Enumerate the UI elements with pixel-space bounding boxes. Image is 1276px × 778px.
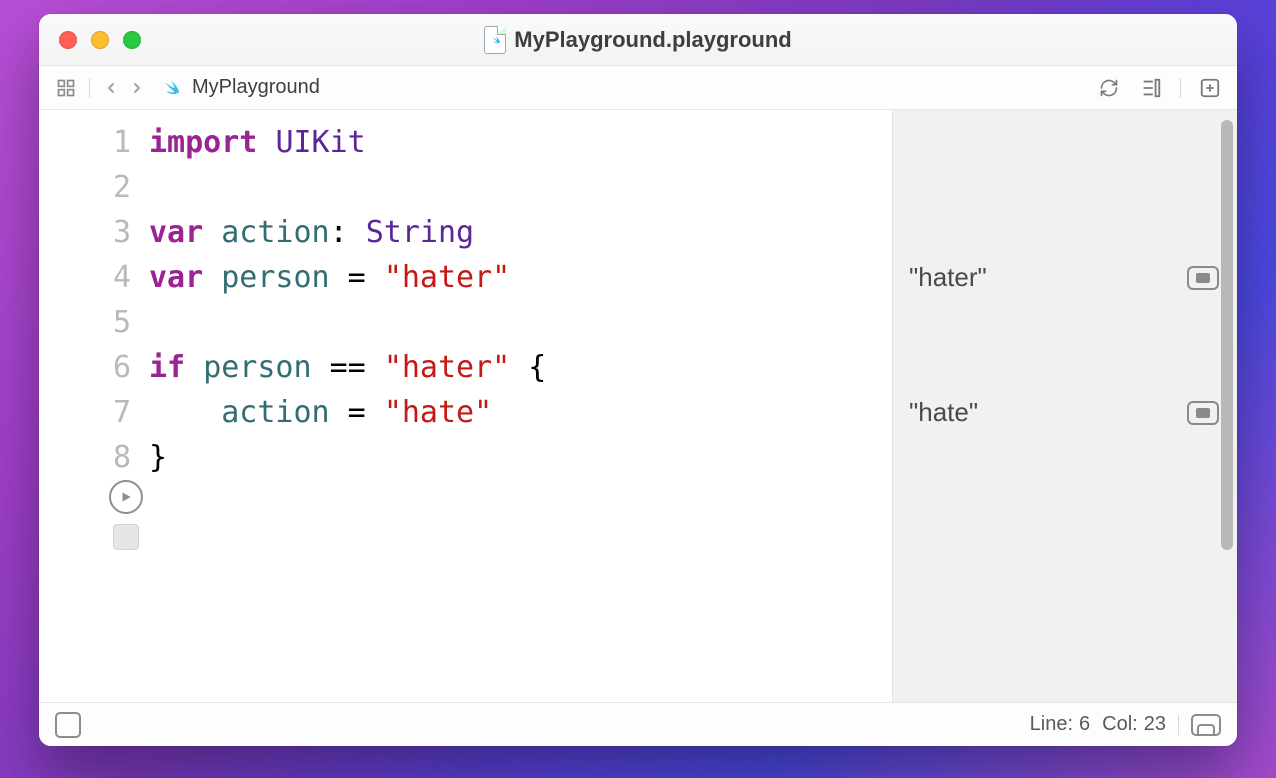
code-line[interactable]: if person == "hater" { bbox=[149, 345, 892, 390]
line-number: 4 bbox=[39, 255, 131, 300]
status-line-value: 6 bbox=[1079, 713, 1090, 736]
minimize-button[interactable] bbox=[91, 31, 109, 49]
related-items-icon[interactable] bbox=[53, 75, 79, 101]
results-sidebar: "hater" "hate" bbox=[892, 110, 1237, 702]
result-value: "hater" bbox=[909, 262, 987, 293]
code-area[interactable]: import UIKit var action: Stringvar person… bbox=[149, 110, 892, 702]
line-number: 3 bbox=[39, 210, 131, 255]
main-split: 12345678 import UIKit var action: Stringv… bbox=[39, 110, 1237, 702]
line-number: 8 bbox=[39, 435, 131, 480]
xcode-window: MyPlayground.playground MyPlayground bbox=[39, 14, 1237, 746]
quicklook-icon[interactable] bbox=[1187, 401, 1219, 425]
vertical-scrollbar[interactable] bbox=[1221, 120, 1233, 550]
titlebar: MyPlayground.playground bbox=[39, 14, 1237, 66]
code-line[interactable] bbox=[149, 165, 892, 210]
swift-file-icon bbox=[484, 26, 506, 54]
line-number: 2 bbox=[39, 165, 131, 210]
result-value: "hate" bbox=[909, 397, 978, 428]
toggle-debug-area-icon[interactable] bbox=[1191, 714, 1221, 736]
execution-marker bbox=[113, 524, 139, 550]
run-button[interactable] bbox=[109, 480, 143, 514]
traffic-lights bbox=[39, 31, 141, 49]
window-title: MyPlayground.playground bbox=[514, 27, 791, 53]
line-number: 6 bbox=[39, 345, 131, 390]
toolbar: MyPlayground bbox=[39, 66, 1237, 110]
add-editor-icon[interactable] bbox=[1197, 75, 1223, 101]
execution-gutter bbox=[109, 480, 143, 550]
adjust-editor-options-icon[interactable] bbox=[1138, 75, 1164, 101]
breadcrumb[interactable]: MyPlayground bbox=[192, 76, 320, 99]
close-button[interactable] bbox=[59, 31, 77, 49]
line-gutter: 12345678 bbox=[39, 110, 149, 702]
source-editor[interactable]: 12345678 import UIKit var action: Stringv… bbox=[39, 110, 892, 702]
status-col-value: 23 bbox=[1144, 713, 1166, 736]
quicklook-icon[interactable] bbox=[1187, 266, 1219, 290]
code-line[interactable] bbox=[149, 300, 892, 345]
code-line[interactable]: import UIKit bbox=[149, 120, 892, 165]
swift-icon bbox=[158, 76, 182, 100]
status-col-label: Col: bbox=[1102, 713, 1138, 736]
line-number: 7 bbox=[39, 390, 131, 435]
code-line[interactable]: } bbox=[149, 435, 892, 480]
zoom-button[interactable] bbox=[123, 31, 141, 49]
code-line[interactable]: var action: String bbox=[149, 210, 892, 255]
status-bar: Line: 6 Col: 23 bbox=[39, 702, 1237, 746]
nav-forward-button[interactable] bbox=[126, 77, 148, 99]
sync-icon[interactable] bbox=[1096, 75, 1122, 101]
nav-back-button[interactable] bbox=[100, 77, 122, 99]
status-line-label: Line: bbox=[1030, 713, 1073, 736]
toggle-navigator-icon[interactable] bbox=[55, 712, 81, 738]
code-line[interactable]: var person = "hater" bbox=[149, 255, 892, 300]
code-line[interactable]: action = "hate" bbox=[149, 390, 892, 435]
line-number: 5 bbox=[39, 300, 131, 345]
line-number: 1 bbox=[39, 120, 131, 165]
